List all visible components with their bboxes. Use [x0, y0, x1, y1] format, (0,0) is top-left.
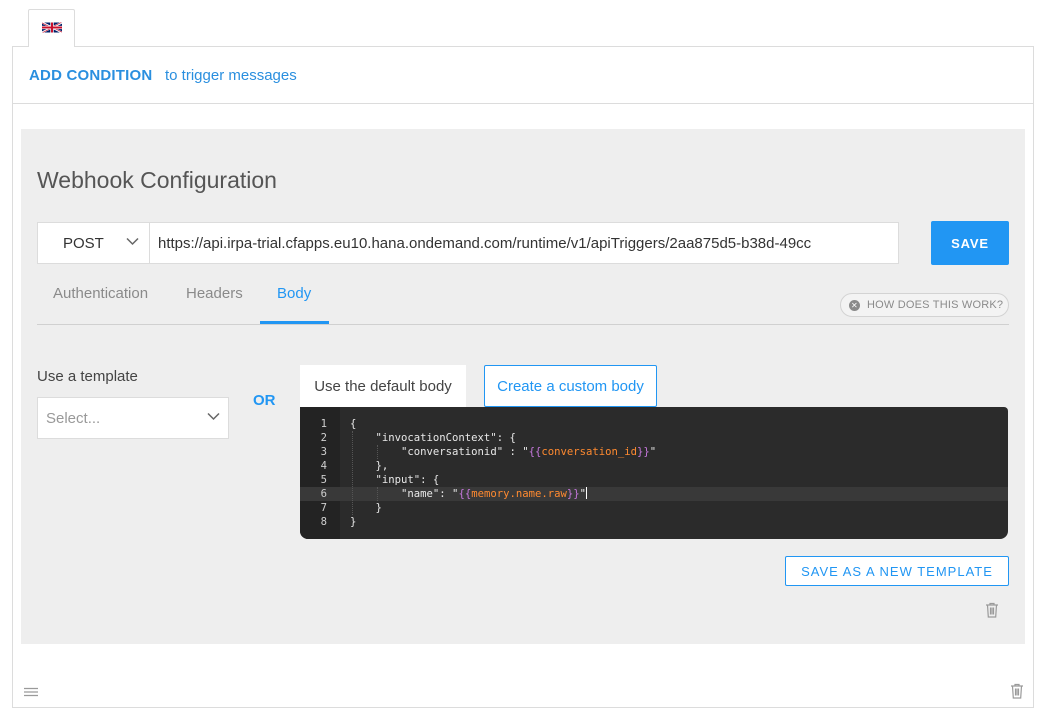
template-label: Use a template — [37, 368, 138, 385]
chevron-down-icon — [126, 237, 139, 246]
code-line[interactable]: 1{ — [300, 417, 1008, 431]
trash-icon[interactable] — [985, 602, 999, 618]
chevron-down-icon — [207, 412, 220, 421]
code-text: "invocationContext": { — [350, 432, 516, 444]
template-brace: {{ — [458, 488, 472, 500]
code-line[interactable]: 6 "name": "{{memory.name.raw}}" — [300, 487, 1008, 501]
line-number: 1 — [320, 418, 327, 430]
code-text: } — [350, 502, 382, 514]
save-button[interactable]: SAVE — [931, 221, 1009, 265]
line-number: 5 — [320, 474, 327, 486]
page-title: Webhook Configuration — [37, 167, 277, 193]
code-text: "name": "{{memory.name.raw}}" — [350, 487, 588, 501]
line-number: 3 — [320, 446, 327, 458]
tab-headers[interactable]: Headers — [186, 285, 243, 302]
indent-guide — [377, 487, 378, 501]
template-brace: }} — [637, 446, 650, 458]
how-does-this-work-label: HOW DOES THIS WORK? — [867, 299, 1004, 311]
code-line[interactable]: 5 "input": { — [300, 473, 1008, 487]
code-line[interactable]: 4 }, — [300, 459, 1008, 473]
trash-icon[interactable] — [1010, 683, 1024, 699]
tab-body[interactable]: Body — [277, 285, 311, 302]
code-line[interactable]: 2 "invocationContext": { — [300, 431, 1008, 445]
tab-authentication[interactable]: Authentication — [53, 285, 148, 302]
text-cursor — [586, 487, 588, 499]
code-token: " — [649, 446, 657, 458]
body-code-editor[interactable]: 1{2 "invocationContext": {3 "conversatio… — [300, 407, 1008, 539]
template-select-placeholder: Select... — [46, 409, 101, 427]
webhook-url-input[interactable] — [150, 222, 899, 264]
template-variable: memory.name.raw — [471, 488, 567, 500]
line-number: 6 — [320, 488, 327, 500]
or-label: OR — [253, 392, 276, 409]
save-as-new-template-button[interactable]: SAVE AS A NEW TEMPLATE — [785, 556, 1009, 586]
http-method-select[interactable]: POST — [37, 222, 150, 264]
indent-guide — [377, 445, 378, 459]
code-text: "conversationid" : "{{conversation_id}}" — [350, 445, 656, 459]
default-body-tab[interactable]: Use the default body — [300, 365, 466, 408]
how-does-this-work-button[interactable]: ✕ HOW DOES THIS WORK? — [840, 293, 1009, 317]
code-text: { — [350, 418, 357, 430]
code-token: "name": " — [350, 488, 459, 500]
code-line[interactable]: 8} — [300, 515, 1008, 529]
close-circle-icon: ✕ — [849, 299, 860, 311]
code-line[interactable]: 7 } — [300, 501, 1008, 515]
uk-flag-icon — [41, 22, 62, 33]
template-variable: conversation_id — [541, 446, 638, 458]
condition-card: ADD CONDITION to trigger messages Webhoo… — [12, 46, 1034, 708]
http-method-value: POST — [63, 234, 104, 252]
line-number: 2 — [320, 432, 327, 444]
code-text: }, — [350, 460, 389, 472]
code-text: "input": { — [350, 474, 440, 486]
add-condition-subtitle[interactable]: to trigger messages — [165, 67, 297, 84]
indent-guide — [352, 431, 353, 515]
condition-bar: ADD CONDITION to trigger messages — [13, 47, 1033, 104]
code-text: } — [350, 516, 357, 528]
drag-handle-icon[interactable] — [23, 687, 39, 697]
webhook-configuration-panel: Webhook Configuration POST SAVE Authenti… — [21, 129, 1025, 644]
template-select[interactable]: Select... — [37, 397, 229, 439]
line-number: 8 — [320, 516, 327, 528]
language-tab-english[interactable] — [28, 9, 75, 47]
add-condition-button[interactable]: ADD CONDITION — [29, 67, 152, 84]
code-line[interactable]: 3 "conversationid" : "{{conversation_id}… — [300, 445, 1008, 459]
active-tab-indicator — [260, 321, 329, 324]
line-number: 4 — [320, 460, 327, 472]
template-brace: {{ — [528, 446, 542, 458]
template-brace: }} — [566, 488, 580, 500]
custom-body-button[interactable]: Create a custom body — [484, 365, 657, 407]
line-number: 7 — [320, 502, 327, 514]
